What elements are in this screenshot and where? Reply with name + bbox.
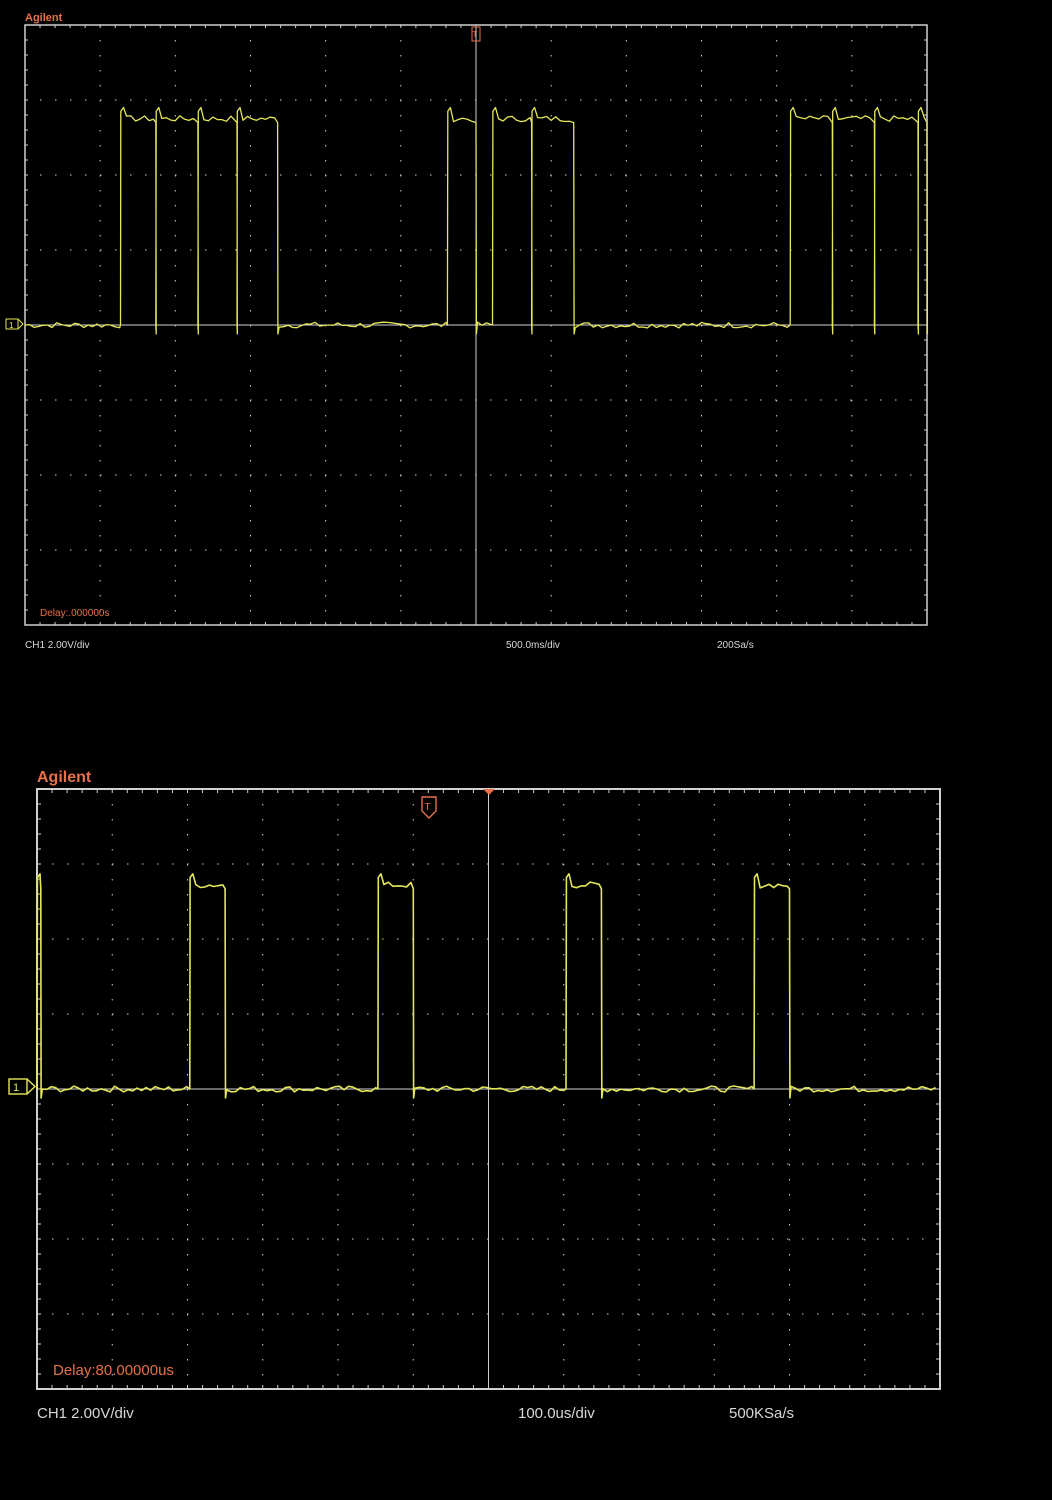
channel-scale-readout: CH1 2.00V/div [37,1405,134,1422]
scope-panel-1: Agilent 1 T Delay:.000000s CH1 2.00V/div… [5,12,929,651]
channel-1-trace [36,873,936,1099]
horizontal-reference-marker [483,789,495,795]
channel-1-trace [24,106,929,335]
trace-layer [24,106,929,335]
sample-rate-readout: 500KSa/s [729,1405,794,1422]
sample-rate-readout: 200Sa/s [717,640,754,651]
trigger-marker-label: T [473,30,478,39]
oscilloscope-screenshots: Agilent 1 T Delay:.000000s CH1 2.00V/div… [5,12,941,1422]
scope-panel-2: Agilent 1 T Delay:80.00000us CH1 2.00V/d… [8,769,941,1422]
brand-logo: Agilent [37,769,92,786]
timebase-readout: 100.0us/div [518,1405,595,1422]
brand-logo: Agilent [25,12,63,24]
channel-marker-label: 1 [13,1082,19,1094]
delay-readout: Delay:.000000s [40,608,110,619]
trace-layer [36,873,936,1099]
trigger-position-marker[interactable]: T [471,26,481,42]
channel-marker-label: 1 [9,321,14,330]
channel-1-ground-marker[interactable]: 1 [5,318,24,330]
channel-1-ground-marker[interactable]: 1 [8,1078,37,1095]
graticule-grid [36,788,941,1390]
timebase-readout: 500.0ms/div [506,640,560,651]
channel-scale-readout: CH1 2.00V/div [25,640,89,651]
trigger-marker-label: T [425,802,431,813]
trigger-position-marker[interactable]: T [421,796,437,819]
delay-readout: Delay:80.00000us [53,1362,174,1379]
